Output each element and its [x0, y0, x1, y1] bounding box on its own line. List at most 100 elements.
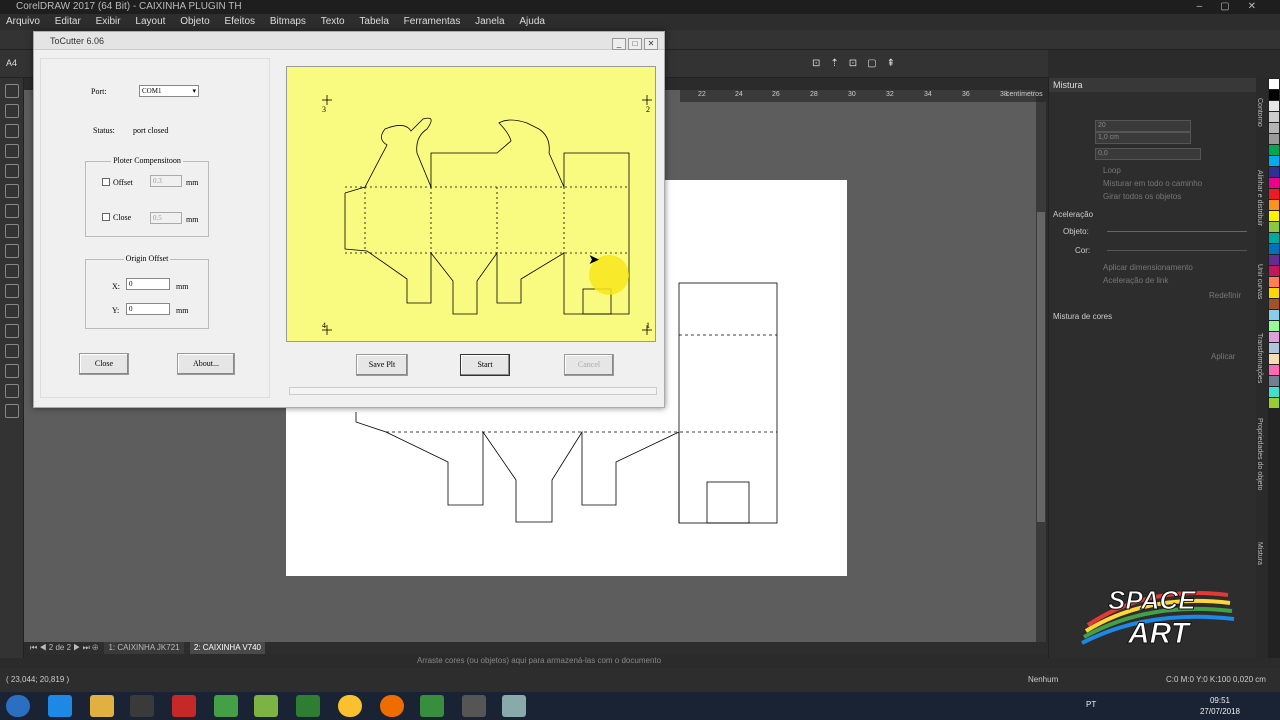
corel-running-icon[interactable]: [420, 695, 444, 717]
docker-tab-contour[interactable]: Contorno: [1256, 98, 1263, 127]
close-comp-input[interactable]: 0.5: [150, 212, 182, 224]
palette-swatch[interactable]: [1269, 365, 1279, 375]
explorer-icon[interactable]: [90, 695, 114, 717]
palette-swatch[interactable]: [1269, 101, 1279, 111]
start-button-icon[interactable]: [6, 695, 30, 717]
blend-spacing-input[interactable]: 1,0 cm: [1095, 132, 1191, 144]
palette-swatch[interactable]: [1269, 387, 1279, 397]
reset-button[interactable]: Redefinir: [1209, 291, 1241, 300]
page-nav-forward-icon[interactable]: ▶ ⏭ ⊕: [73, 643, 98, 652]
media-player-icon[interactable]: [130, 695, 154, 717]
menu-exibir[interactable]: Exibir: [90, 14, 127, 30]
crop-tool-icon[interactable]: [5, 124, 19, 138]
y-offset-input[interactable]: 0: [126, 303, 170, 315]
language-indicator[interactable]: PT: [1086, 700, 1096, 709]
menu-arquivo[interactable]: Arquivo: [0, 14, 46, 30]
pick-tool-icon[interactable]: [5, 84, 19, 98]
palette-swatch[interactable]: [1269, 189, 1279, 199]
minimize-icon[interactable]: _: [612, 38, 626, 50]
palette-swatch[interactable]: [1269, 376, 1279, 386]
menu-efeitos[interactable]: Efeitos: [218, 14, 261, 30]
palette-swatch[interactable]: [1269, 134, 1279, 144]
close-button[interactable]: Close: [79, 353, 129, 375]
palette-swatch[interactable]: [1269, 321, 1279, 331]
palette-swatch[interactable]: [1269, 156, 1279, 166]
page-tab-1[interactable]: 1: CAIXINHA JK721: [104, 642, 184, 654]
transparency-icon[interactable]: [5, 344, 19, 358]
palette-swatch[interactable]: [1269, 288, 1279, 298]
palette-swatch[interactable]: [1269, 266, 1279, 276]
cut-preview[interactable]: 3 2 4 1: [286, 66, 656, 342]
outline-status[interactable]: C:0 M:0 Y:0 K:100 0,020 cm: [1166, 668, 1266, 692]
port-select[interactable]: COM1 ▾: [139, 85, 199, 97]
app-icon-green[interactable]: [254, 695, 278, 717]
fill-status[interactable]: Nenhum: [1028, 668, 1058, 692]
freehand-tool-icon[interactable]: [5, 164, 19, 178]
app-icon-fh[interactable]: [296, 695, 320, 717]
palette-swatch[interactable]: [1269, 332, 1279, 342]
polygon-tool-icon[interactable]: [5, 244, 19, 258]
align-icons[interactable]: ⊡⇡⊡▢⇞: [812, 58, 905, 69]
blend-along-path-label[interactable]: Misturar em todo o caminho: [1103, 179, 1202, 188]
palette-swatch[interactable]: [1269, 167, 1279, 177]
cancel-button[interactable]: Cancel: [564, 354, 614, 376]
firefox-icon[interactable]: [380, 695, 404, 717]
zoom-tool-icon[interactable]: [5, 144, 19, 158]
menu-ajuda[interactable]: Ajuda: [513, 14, 551, 30]
palette-swatch[interactable]: [1269, 123, 1279, 133]
menu-editar[interactable]: Editar: [49, 14, 87, 30]
palette-swatch[interactable]: [1269, 90, 1279, 100]
palette-swatch[interactable]: [1269, 310, 1279, 320]
maximize-icon[interactable]: □: [628, 38, 642, 50]
smart-fill-icon[interactable]: [5, 404, 19, 418]
page-nav-arrows-icon[interactable]: ⏮ ◀: [30, 643, 49, 652]
blend-angle-input[interactable]: 0,0: [1095, 148, 1201, 160]
palette-swatch[interactable]: [1269, 222, 1279, 232]
window-controls[interactable]: –▢✕: [1197, 0, 1274, 14]
artistic-media-icon[interactable]: [5, 184, 19, 198]
palette-swatch[interactable]: [1269, 233, 1279, 243]
docker-tab-transform[interactable]: Transformações: [1256, 333, 1263, 383]
menu-ferramentas[interactable]: Ferramentas: [398, 14, 467, 30]
rotate-objects-label[interactable]: Girar todos os objetos: [1103, 192, 1181, 201]
parallel-dimension-icon[interactable]: [5, 284, 19, 298]
docker-tab-align[interactable]: Alinhar e distribuir: [1256, 170, 1263, 226]
palette-swatch[interactable]: [1269, 145, 1279, 155]
palette-swatch[interactable]: [1269, 211, 1279, 221]
palette-swatch[interactable]: [1269, 255, 1279, 265]
start-button[interactable]: Start: [460, 354, 510, 376]
ellipse-tool-icon[interactable]: [5, 224, 19, 238]
apply-button[interactable]: Aplicar: [1211, 352, 1235, 361]
app-icon-red[interactable]: [172, 695, 196, 717]
palette-swatch[interactable]: [1269, 277, 1279, 287]
close-icon[interactable]: ✕: [644, 38, 658, 50]
ie-icon[interactable]: [48, 695, 72, 717]
color-accel-slider[interactable]: [1107, 250, 1247, 251]
menu-texto[interactable]: Texto: [315, 14, 351, 30]
text-tool-icon[interactable]: [5, 264, 19, 278]
docker-tab-blend[interactable]: Mistura: [1256, 542, 1263, 565]
page-tab-2[interactable]: 2: CAIXINHA V740: [189, 642, 266, 654]
palette-swatch[interactable]: [1269, 112, 1279, 122]
menu-tabela[interactable]: Tabela: [353, 14, 394, 30]
offset-input[interactable]: 0.3: [150, 175, 182, 187]
loop-label[interactable]: Loop: [1103, 166, 1121, 175]
x-offset-input[interactable]: 0: [126, 278, 170, 290]
about-button[interactable]: About...: [177, 353, 235, 375]
palette-swatch[interactable]: [1269, 354, 1279, 364]
object-accel-slider[interactable]: [1107, 231, 1247, 232]
menu-objeto[interactable]: Objeto: [174, 14, 215, 30]
menu-layout[interactable]: Layout: [129, 14, 171, 30]
drop-shadow-icon[interactable]: [5, 324, 19, 338]
menu-bitmaps[interactable]: Bitmaps: [264, 14, 312, 30]
menu-janela[interactable]: Janela: [469, 14, 510, 30]
close-checkbox[interactable]: [102, 213, 110, 221]
palette-swatch[interactable]: [1269, 244, 1279, 254]
palette-swatch[interactable]: [1269, 200, 1279, 210]
save-plt-button[interactable]: Save Plt: [356, 354, 408, 376]
shape-tool-icon[interactable]: [5, 104, 19, 118]
palette-swatch[interactable]: [1269, 299, 1279, 309]
system-clock[interactable]: 09:51 27/07/2018: [1200, 695, 1240, 717]
offset-checkbox[interactable]: [102, 178, 110, 186]
vertical-scrollbar[interactable]: [1036, 102, 1046, 642]
